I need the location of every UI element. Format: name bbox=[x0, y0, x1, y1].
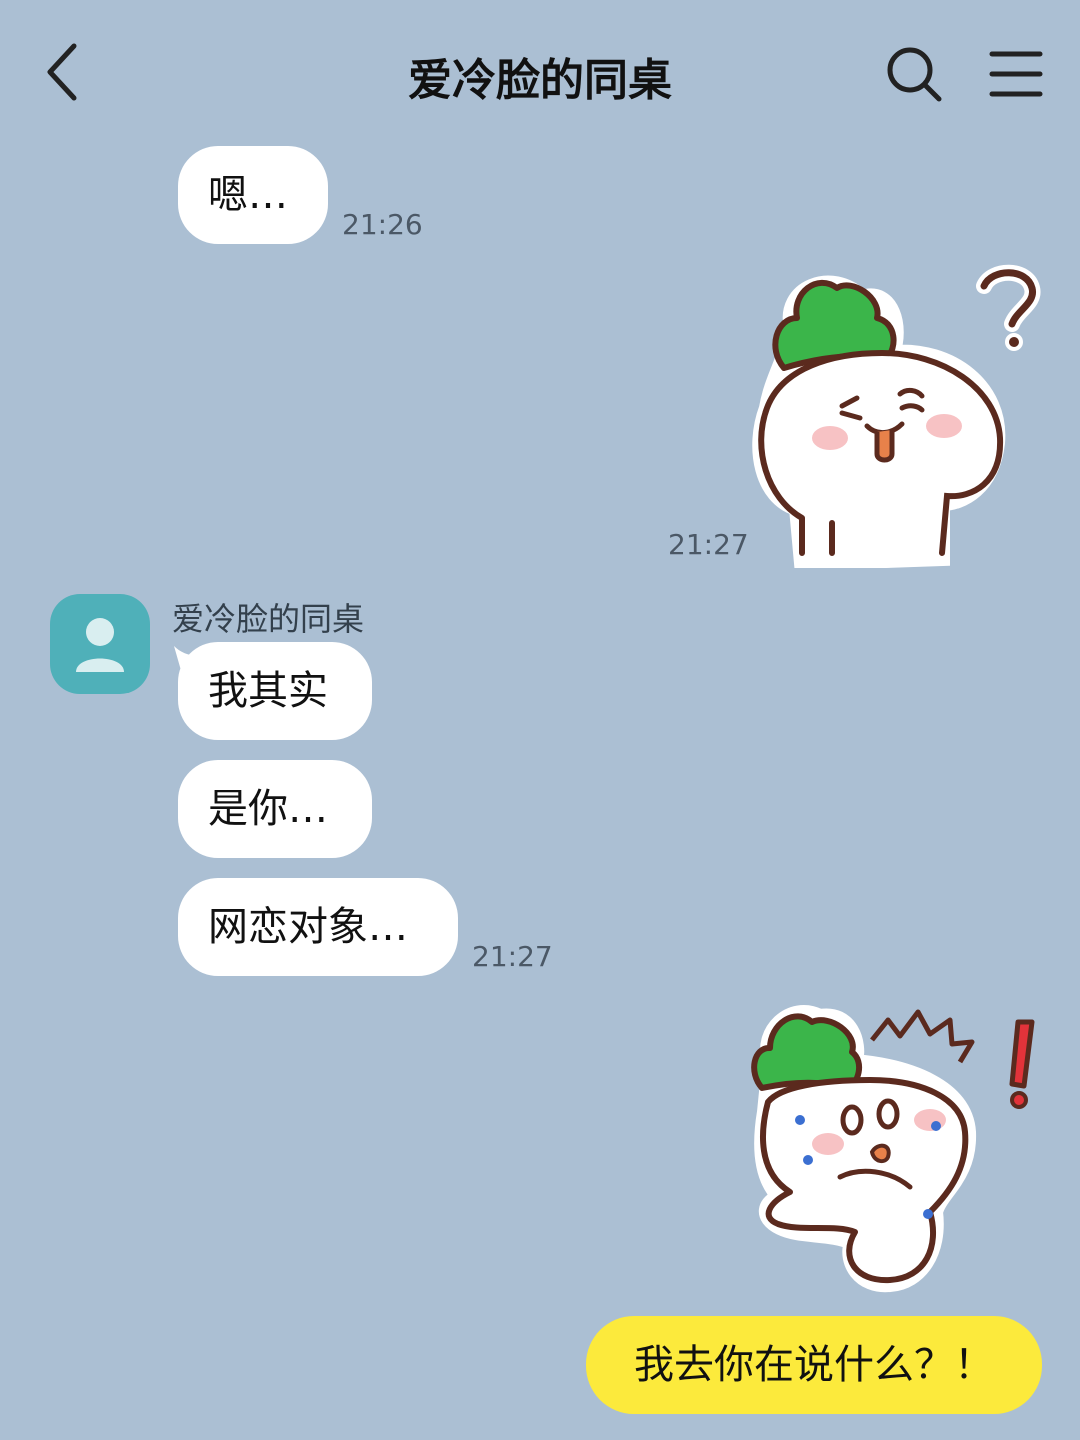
message-bubble[interactable]: 我其实 bbox=[178, 642, 372, 740]
message-text: 嗯… bbox=[208, 172, 288, 218]
search-icon[interactable] bbox=[884, 44, 944, 104]
user-icon bbox=[76, 618, 124, 672]
message-time: 21:27 bbox=[472, 940, 553, 973]
sticker-time: 21:27 bbox=[668, 528, 749, 561]
message-text: 网恋对象… bbox=[208, 904, 408, 950]
radish-confused-sticker[interactable] bbox=[742, 258, 1052, 568]
avatar[interactable] bbox=[50, 594, 150, 694]
message-bubble[interactable]: 是你… bbox=[178, 760, 372, 858]
message-text: 是你… bbox=[208, 786, 328, 832]
message-text: 我去你在说什么？！ bbox=[634, 1342, 994, 1388]
radish-shocked-sticker[interactable] bbox=[740, 992, 1050, 1298]
message-text: 我其实 bbox=[208, 668, 328, 714]
message-time: 21:26 bbox=[342, 208, 423, 241]
sender-name: 爱冷脸的同桌 bbox=[172, 600, 365, 638]
message-bubble[interactable]: 网恋对象… bbox=[178, 878, 458, 976]
menu-icon[interactable] bbox=[988, 48, 1044, 100]
my-message-bubble[interactable]: 我去你在说什么？！ bbox=[586, 1316, 1042, 1414]
message-bubble[interactable]: 嗯… bbox=[178, 146, 328, 244]
